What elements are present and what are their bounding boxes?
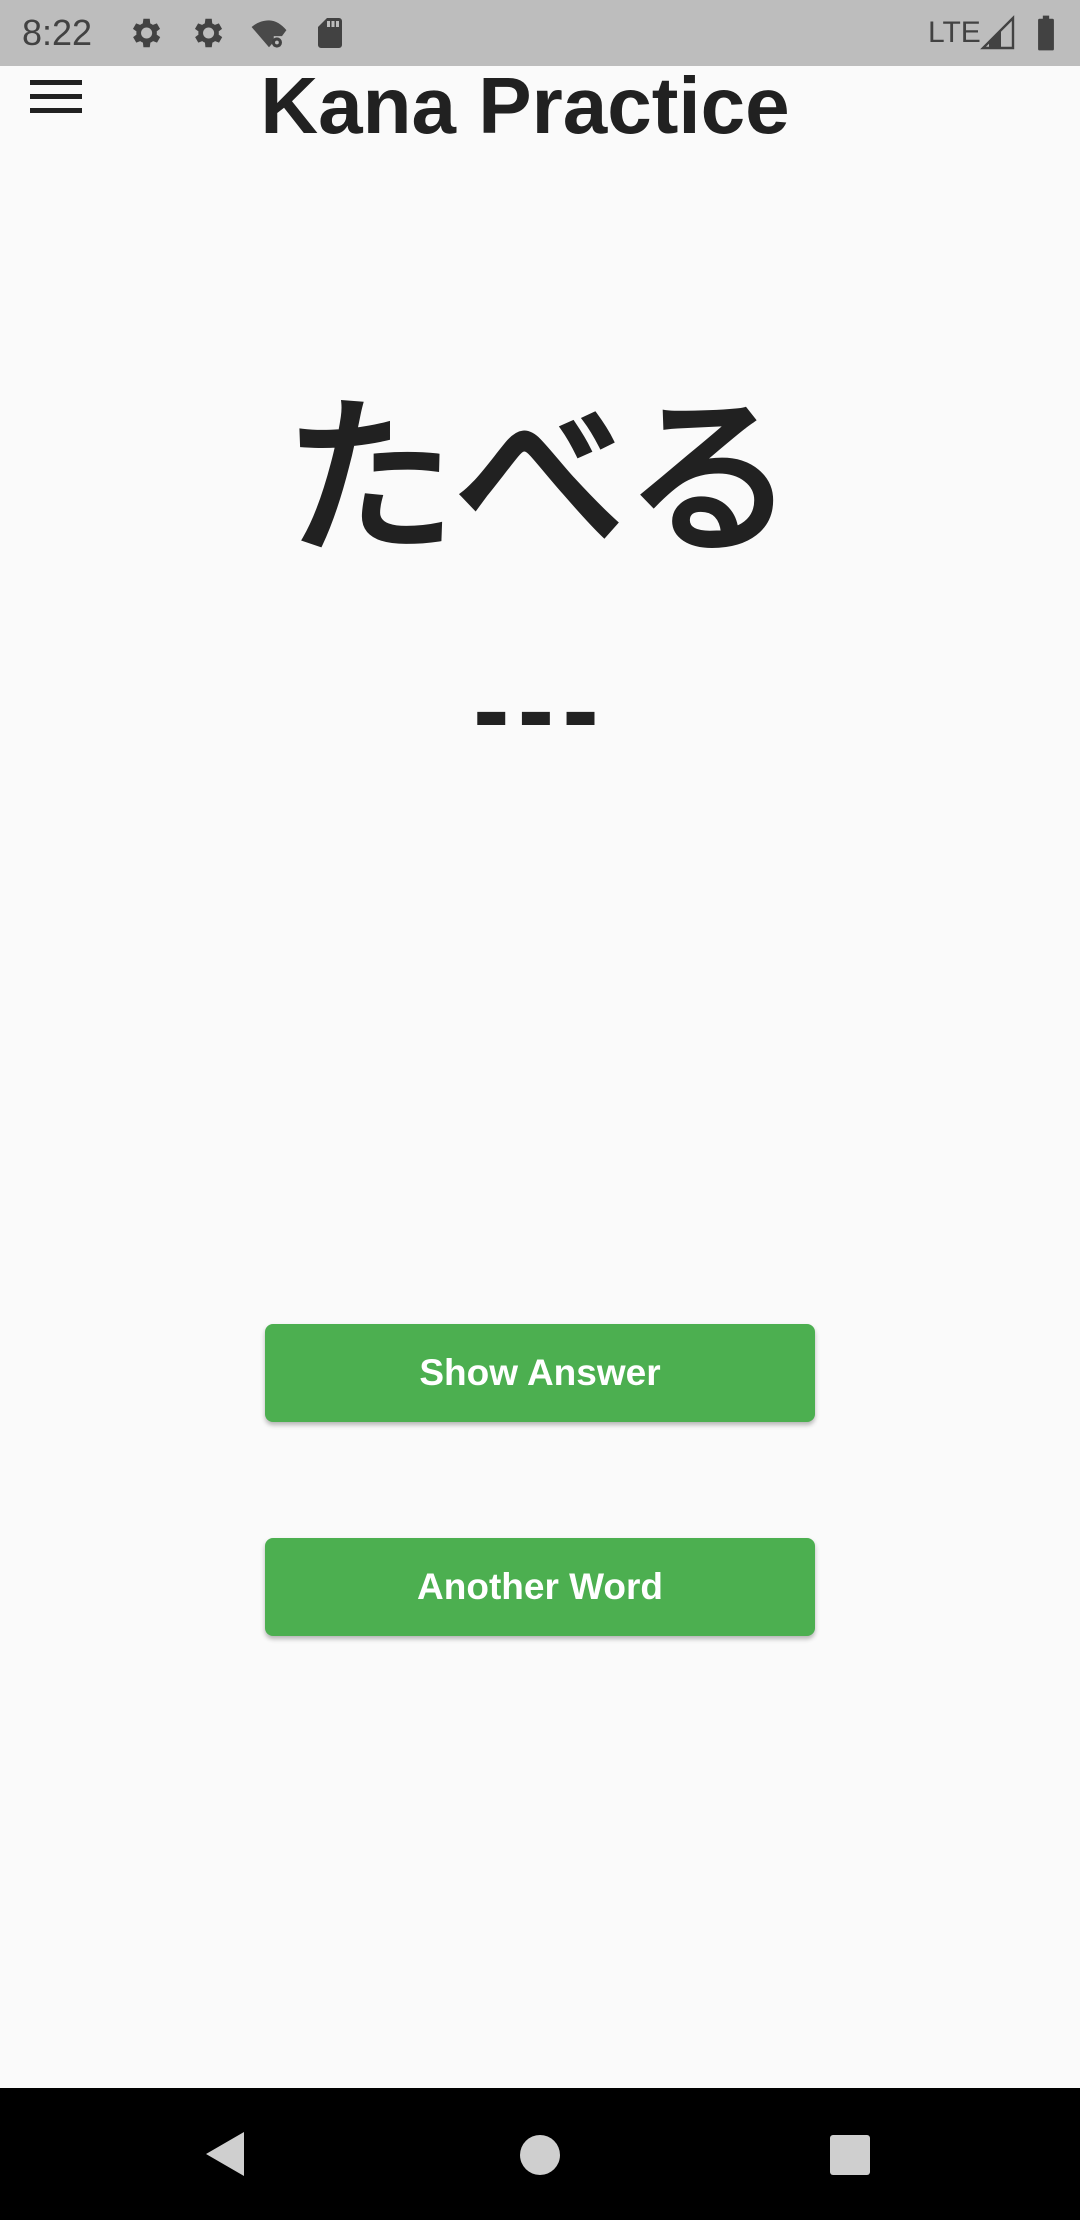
- another-word-button[interactable]: Another Word: [265, 1538, 815, 1636]
- wifi-settings-icon: [250, 14, 288, 56]
- network-type-label: LTE: [928, 16, 981, 49]
- recents-icon[interactable]: [829, 2134, 871, 2180]
- signal-icon: [980, 14, 1016, 56]
- settings-gear-icon: [126, 14, 164, 56]
- sd-card-icon: [312, 14, 348, 56]
- app-screen: 8:22 LTE Kana Practice たべる --- Show Answ…: [0, 0, 1080, 2220]
- answer-placeholder: ---: [473, 648, 607, 771]
- page-title: Kana Practice: [260, 61, 790, 150]
- status-bar: 8:22 LTE: [0, 0, 1080, 66]
- home-icon[interactable]: [519, 2134, 561, 2180]
- back-icon[interactable]: [204, 2130, 248, 2182]
- kana-word: たべる: [284, 381, 795, 579]
- status-time: 8:22: [22, 12, 93, 53]
- system-nav-bar: [0, 2088, 1080, 2220]
- settings-gear-icon: [188, 14, 226, 56]
- battery-icon: [1034, 14, 1058, 56]
- show-answer-button[interactable]: Show Answer: [265, 1324, 815, 1422]
